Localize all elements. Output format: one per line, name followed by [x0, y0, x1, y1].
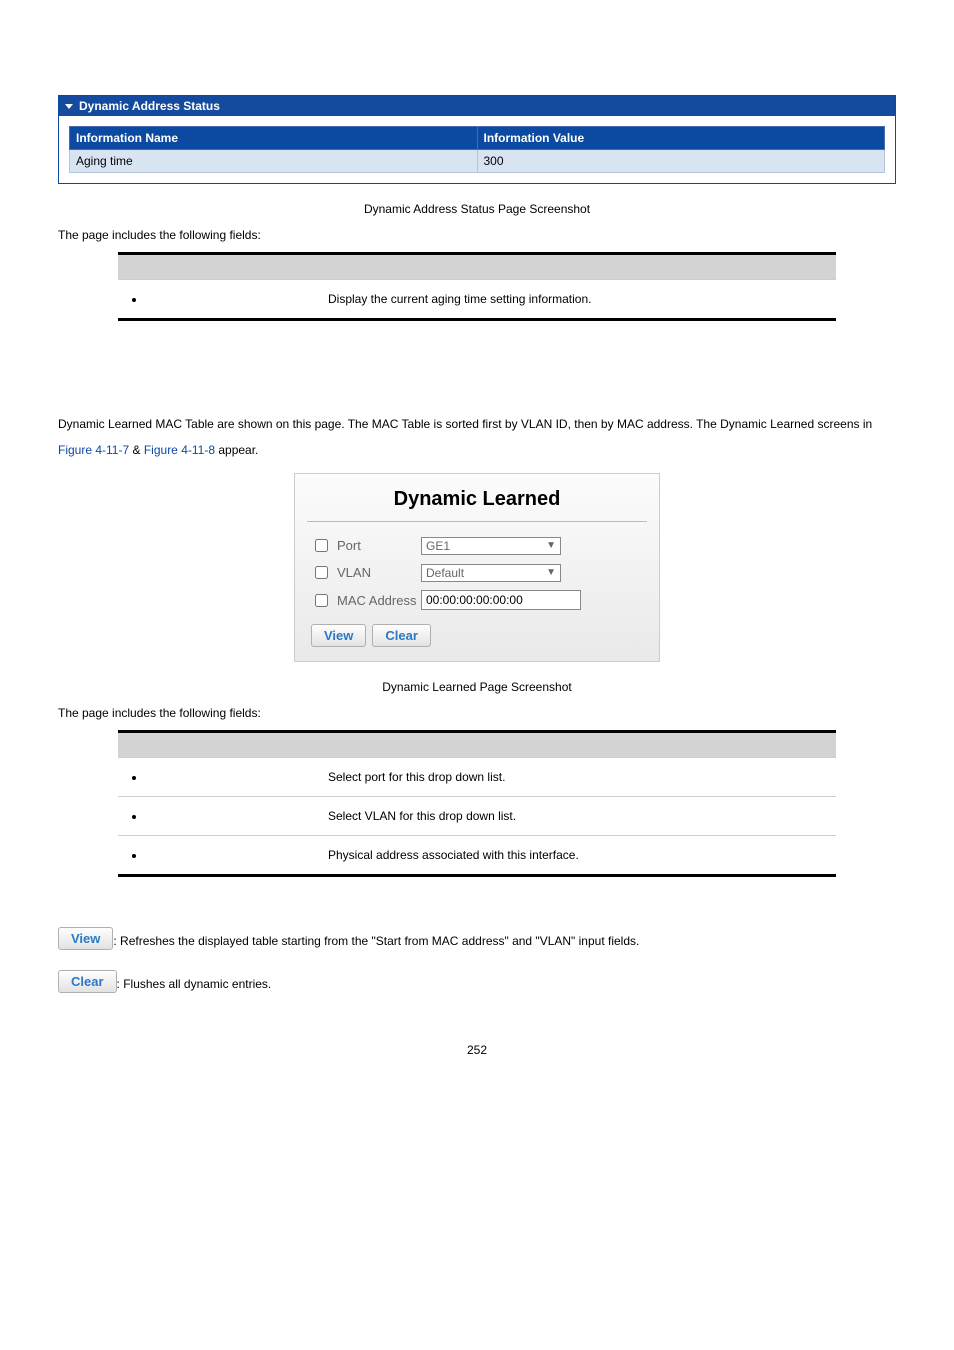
dynamic-learned-title: Dynamic Learned [295, 474, 659, 521]
vlan-value: Default [426, 566, 464, 580]
fields-table-1: Display the current aging time setting i… [118, 252, 836, 321]
view-button[interactable]: View [58, 927, 113, 950]
view-button-desc: : Refreshes the displayed table starting… [113, 934, 639, 950]
mac-row: MAC Address [295, 586, 659, 614]
status-row-value: 300 [477, 150, 885, 173]
status-col-name: Information Name [70, 127, 478, 150]
vlan-row: VLAN Default ▼ [295, 559, 659, 586]
view-button[interactable]: View [311, 624, 366, 647]
fields-table-2: Select port for this drop down list. Sel… [118, 730, 836, 877]
table-row: Select port for this drop down list. [118, 758, 836, 797]
divider [307, 521, 647, 522]
list-item [146, 848, 308, 862]
clear-button[interactable]: Clear [58, 970, 117, 993]
text-segment: Dynamic Learned MAC Table are shown on t… [58, 417, 872, 431]
dynamic-learned-paragraph: Dynamic Learned MAC Table are shown on t… [58, 411, 896, 463]
chevron-down-icon: ▼ [546, 540, 556, 551]
table-row: Physical address associated with this in… [118, 836, 836, 876]
port-label: Port [337, 538, 361, 553]
dynamic-learned-panel: Dynamic Learned Port GE1 ▼ VLAN Default … [294, 473, 660, 662]
port-value: GE1 [426, 539, 450, 553]
field-desc: Display the current aging time setting i… [318, 280, 836, 320]
field-desc: Physical address associated with this in… [318, 836, 836, 876]
clear-button-desc: : Flushes all dynamic entries. [117, 977, 272, 993]
port-select[interactable]: GE1 ▼ [421, 537, 561, 555]
status-col-value: Information Value [477, 127, 885, 150]
text-segment: & [133, 443, 144, 457]
list-item [146, 770, 308, 784]
mac-address-input[interactable] [421, 590, 581, 610]
table-row [118, 254, 836, 280]
clear-button[interactable]: Clear [372, 624, 431, 647]
figure-link-4-11-7[interactable]: Figure 4-11-7 [58, 443, 129, 457]
page-number: 252 [58, 1043, 896, 1057]
table-row: Aging time 300 [70, 150, 885, 173]
table-row [118, 732, 836, 758]
list-item [146, 809, 308, 823]
fields-intro-2: The page includes the following fields: [58, 706, 896, 720]
figure-caption-1: Dynamic Address Status Page Screenshot [58, 202, 896, 216]
dynamic-address-status-panel: Dynamic Address Status Information Name … [58, 95, 896, 184]
vlan-select[interactable]: Default ▼ [421, 564, 561, 582]
mac-label: MAC Address [337, 593, 416, 608]
vlan-label: VLAN [337, 565, 371, 580]
status-panel-header[interactable]: Dynamic Address Status [59, 96, 895, 116]
port-checkbox[interactable] [315, 539, 328, 552]
text-segment: appear. [218, 443, 258, 457]
table-row: Display the current aging time setting i… [118, 280, 836, 320]
table-row: Select VLAN for this drop down list. [118, 797, 836, 836]
mac-checkbox[interactable] [315, 594, 328, 607]
status-row-name: Aging time [70, 150, 478, 173]
chevron-down-icon: ▼ [546, 567, 556, 578]
fields-intro-1: The page includes the following fields: [58, 228, 896, 242]
port-row: Port GE1 ▼ [295, 532, 659, 559]
chevron-down-icon [65, 104, 73, 109]
field-desc: Select VLAN for this drop down list. [318, 797, 836, 836]
vlan-checkbox[interactable] [315, 566, 328, 579]
status-panel-title: Dynamic Address Status [79, 99, 220, 113]
field-desc: Select port for this drop down list. [318, 758, 836, 797]
figure-link-4-11-8[interactable]: Figure 4-11-8 [144, 443, 215, 457]
figure-caption-2: Dynamic Learned Page Screenshot [58, 680, 896, 694]
status-table: Information Name Information Value Aging… [69, 126, 885, 173]
list-item [146, 292, 308, 306]
